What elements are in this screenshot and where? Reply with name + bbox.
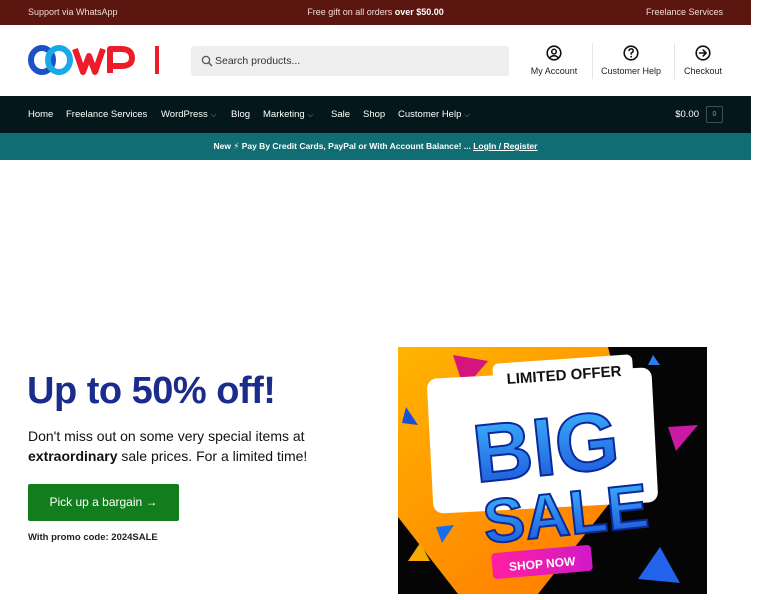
site-logo[interactable] (28, 42, 164, 78)
help-icon (623, 45, 639, 61)
nav-item-wordpress[interactable]: WordPress ⌵ (161, 109, 216, 120)
header-divider (592, 43, 593, 79)
nav-item-label: Home (28, 109, 54, 120)
chevron-down-icon: ⌵ (210, 112, 217, 119)
notice-text: New ⚡ Pay By Credit Cards, PayPal or Wit… (213, 141, 474, 151)
hero-title: Up to 50% off! (27, 370, 276, 412)
primary-navigation: Home Freelance Services WordPress ⌵ Blog … (0, 96, 751, 133)
free-gift-threshold: over $50.00 (394, 7, 444, 17)
arrow-right-circle-icon (695, 45, 711, 61)
search-box (191, 46, 509, 76)
checkout-label: Checkout (683, 66, 723, 76)
customer-help-link[interactable]: Customer Help (598, 45, 664, 85)
big-sale-banner[interactable]: LIMITED OFFER BIG SALE SHOP NOW (398, 347, 707, 594)
nav-item-label: Customer Help (398, 109, 462, 120)
account-icon (546, 45, 562, 61)
nav-item-blog[interactable]: Blog (231, 109, 250, 120)
chevron-down-icon: ⌵ (464, 112, 470, 119)
site-header: My Account Customer Help Checkout (0, 25, 751, 96)
checkout-link[interactable]: Checkout (680, 45, 726, 85)
nav-item-marketing[interactable]: Marketing ⌵ (263, 109, 313, 120)
nav-item-label: WordPress (161, 109, 208, 120)
hero-description: Don't miss out on some very special item… (28, 426, 348, 466)
hero-text-emphasis: extraordinary (28, 448, 118, 464)
my-account-label: My Account (530, 66, 578, 76)
nav-item-label: Freelance Services (66, 109, 148, 120)
free-gift-prefix: Free gift on all orders (307, 7, 395, 17)
cart-count-badge: 0 (706, 106, 723, 123)
pick-up-bargain-button[interactable]: Pick up a bargain → (28, 484, 179, 521)
cart-total: $0.00 (675, 109, 699, 120)
nav-item-label: Blog (231, 109, 251, 120)
nav-item-sale[interactable]: Sale (331, 109, 350, 120)
top-bar: Support via WhatsApp Free gift on all or… (0, 0, 751, 25)
login-register-link[interactable]: LogIn / Register (473, 141, 537, 151)
my-account-link[interactable]: My Account (525, 45, 583, 85)
nav-item-home[interactable]: Home (28, 109, 53, 120)
free-gift-message: Free gift on all orders over $50.00 (0, 7, 751, 17)
nav-item-customer-help[interactable]: Customer Help ⌵ (398, 109, 470, 120)
hero-text-part: Don't miss out on some very special item… (28, 428, 305, 444)
nav-item-label: Sale (331, 109, 351, 120)
payment-notice-bar: New ⚡ Pay By Credit Cards, PayPal or Wit… (0, 133, 751, 160)
search-input[interactable] (215, 46, 505, 76)
promo-code-text: With promo code: 2024SALE (28, 532, 158, 543)
freelance-services-link[interactable]: Freelance Services (646, 7, 723, 17)
cart-button[interactable]: $0.00 0 (675, 106, 723, 123)
page-edge (751, 0, 760, 600)
customer-help-label: Customer Help (600, 66, 662, 76)
nav-item-label: Marketing (263, 109, 305, 120)
nav-item-freelance-services[interactable]: Freelance Services (66, 109, 147, 120)
hero-text-part: sale prices. For a limited time! (117, 448, 308, 464)
header-divider (674, 43, 675, 79)
nav-item-shop[interactable]: Shop (363, 109, 385, 120)
nav-item-label: Shop (363, 109, 386, 120)
chevron-down-icon: ⌵ (307, 112, 314, 119)
search-icon (201, 55, 213, 67)
